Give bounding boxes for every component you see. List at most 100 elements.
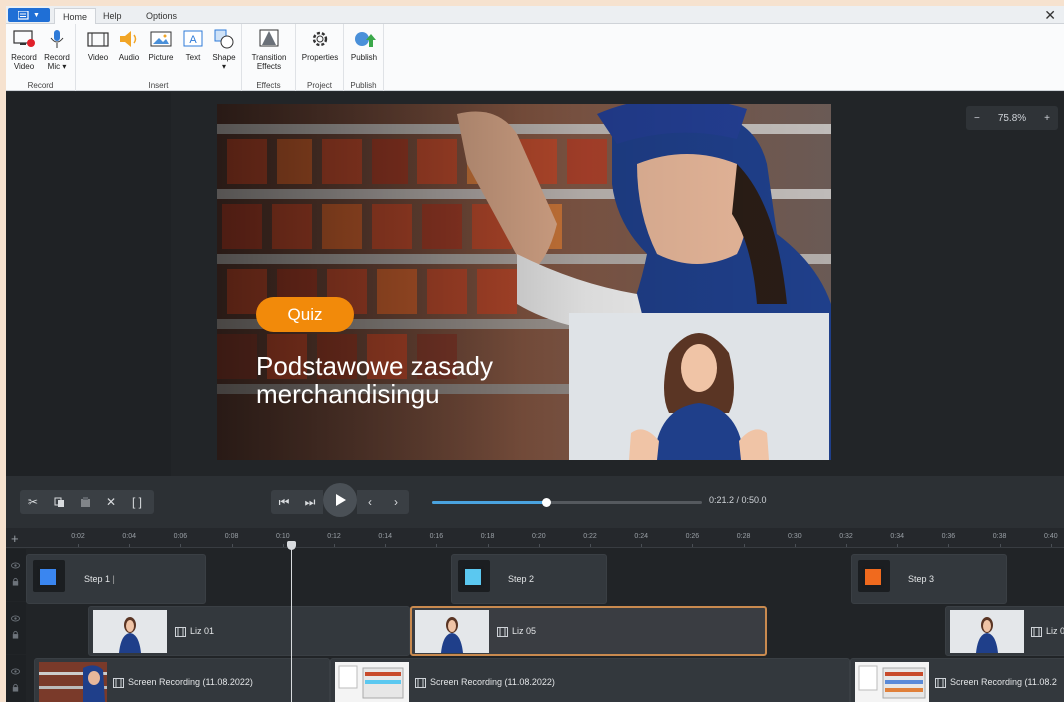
ruler-tick [590,544,591,547]
properties-button[interactable]: Properties [300,28,340,62]
ruler-tick [897,544,899,547]
skip-to-start-icon[interactable]: ⏮ [271,490,297,514]
microphone-icon [50,30,64,48]
video-clip-liz-01[interactable]: Liz 01 [88,606,410,656]
lock-icon[interactable] [11,630,20,639]
film-icon [497,626,508,637]
playhead-handle[interactable] [287,541,296,550]
ribbon-group-project: Properties Project [296,24,344,91]
publish-button[interactable]: Publish [348,28,380,62]
tab-help[interactable]: Help [95,8,130,24]
split-icon[interactable]: [ ] [124,490,150,514]
zoom-in-button[interactable]: + [1044,113,1050,124]
lock-icon[interactable] [11,577,20,586]
play-button[interactable] [323,482,357,517]
clip-thumbnail [950,610,1024,653]
eye-icon[interactable] [11,667,20,676]
quiz-badge[interactable]: Quiz [256,297,354,332]
screen-recording-clip-1[interactable]: Screen Recording (11.08.2022) [34,658,330,702]
cut-icon[interactable]: ✂ [20,490,46,514]
clip-label: Liz 0 [1031,626,1064,637]
delete-icon[interactable]: ✕ [98,490,124,514]
zoom-out-button[interactable]: − [974,113,980,124]
insert-video-button[interactable]: Video [84,28,112,62]
publish-globe-icon [355,32,376,47]
clip-thumbnail [39,662,107,702]
screen-recording-clip-2[interactable]: Screen Recording (11.08.2022) [330,658,850,702]
eye-icon[interactable] [11,614,20,623]
ruler-tick-label: 0:20 [531,533,546,540]
insert-audio-button[interactable]: Audio [116,28,142,62]
track-controls-recording [6,655,26,702]
screen-recording-clip-3[interactable]: Screen Recording (11.08.2 [850,658,1064,702]
insert-picture-button[interactable]: Picture [146,28,176,62]
ruler-tick [999,544,1001,547]
clip-label: Liz 05 [497,626,536,637]
insert-text-button[interactable]: A Text [180,28,206,62]
transition-effects-label: Transition Effects [251,53,287,71]
ruler-tick [538,544,540,547]
next-frame-icon[interactable]: ⏭ [297,490,323,514]
ruler-tick-label: 0:38 [992,533,1007,540]
publish-label: Publish [350,53,378,62]
zoom-control: − 75.8% + [966,106,1058,130]
tab-options[interactable]: Options [138,8,185,24]
record-video-label: Record Video [11,53,37,71]
eye-icon[interactable] [11,561,20,570]
slide-canvas[interactable]: Quiz Podstawowe zasady merchandisingu [217,104,831,460]
timeline: + 0:02 0:04 0:06 0:08 0:10 0:12 0:14 0:16 0:18 0:… [6,528,1064,702]
playback-progress-bar[interactable] [432,498,702,507]
tab-home[interactable]: Home [54,8,97,24]
add-track-icon[interactable]: + [11,531,19,546]
ruler-tick-label: 0:28 [736,533,751,540]
ribbon-group-record: Record Video Record Mic ▾ Record [6,24,76,91]
zoom-level: 75.8% [997,112,1027,124]
video-clip-liz-05[interactable]: Liz 05 [410,606,767,656]
previous-step-icon[interactable]: ‹ [357,490,383,514]
clip-thumbnail [855,662,929,702]
step-clip-1[interactable]: Step 1 | [26,554,206,604]
record-mic-button[interactable]: Record Mic ▾ [42,28,72,71]
film-icon [87,32,109,47]
video-clip-liz-0[interactable]: Liz 0 [945,606,1064,656]
record-video-button[interactable]: Record Video [11,28,37,71]
presenter-photo [569,313,829,460]
transport: ⏮ ⏭ ‹ › [271,482,421,517]
timeline-ruler[interactable]: + 0:02 0:04 0:06 0:08 0:10 0:12 0:14 0:16 0:18 0:… [6,528,1064,548]
step-clip-3[interactable]: Step 3 [851,554,1007,604]
ruler-tick-label: 0:22 [583,533,597,540]
timeline-playhead[interactable] [291,542,292,702]
paste-icon[interactable] [72,490,98,514]
app-menu-button[interactable]: ▼ [8,8,50,22]
ruler-tick-label: 0:02 [71,533,85,540]
ruler-tick [129,544,131,547]
progress-handle[interactable] [542,498,552,507]
ribbon-group-publish: Publish Publish [344,24,384,91]
progress-fill [432,501,547,504]
transition-effects-button[interactable]: Transition Effects [247,28,291,71]
speaker-icon [120,31,137,47]
ruler-tick [487,544,489,547]
ruler-tick-label: 0:08 [224,533,239,540]
text-icon: A [183,30,203,47]
copy-icon[interactable] [46,490,72,514]
slide-title[interactable]: Podstawowe zasady merchandisingu [256,352,556,408]
ruler-tick [385,544,387,547]
ruler-tick-label: 0:26 [685,533,700,540]
close-icon[interactable]: ✕ [1044,7,1056,24]
group-label-project: Project [307,81,332,90]
insert-shape-button[interactable]: Shape ▾ [210,28,238,71]
transition-icon [259,29,279,47]
next-step-icon[interactable]: › [383,490,409,514]
clip-thumbnail [335,662,409,702]
ruler-tick-label: 0:24 [634,533,648,540]
clip-label: Liz 01 [175,626,214,637]
step-clip-2[interactable]: Step 2 [451,554,607,604]
lock-icon[interactable] [11,683,20,692]
ruler-tick-label: 0:16 [429,533,444,540]
menu-icon [18,10,29,20]
presenter-video-overlay[interactable] [569,313,829,460]
group-label-insert: Insert [148,81,169,90]
ruler-tick-label: 0:10 [275,533,290,540]
playback-time: 0:21.2 / 0:50.0 [709,495,767,505]
